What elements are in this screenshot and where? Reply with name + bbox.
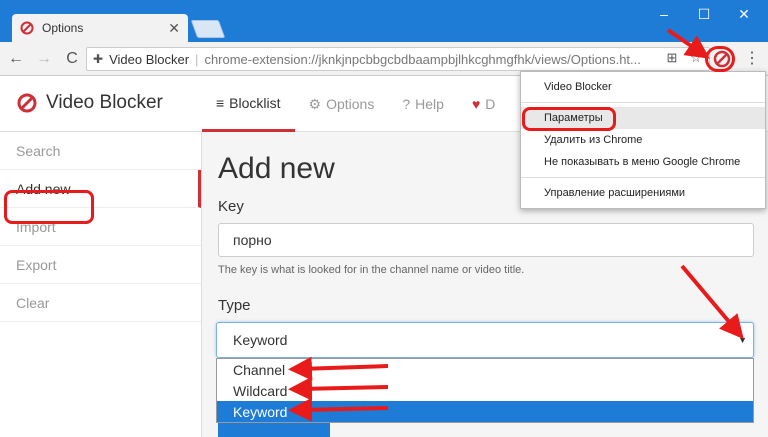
sidebar-item-search[interactable]: Search xyxy=(0,132,201,170)
puzzle-icon: ✚ xyxy=(93,52,104,66)
brand-name: Video Blocker xyxy=(46,92,163,113)
annotation-ring-options xyxy=(522,107,616,131)
sidebar-item-clear[interactable]: Clear xyxy=(0,284,201,322)
title-bar: Options ✕ – ☐ ✕ xyxy=(0,0,768,42)
ctx-item-remove[interactable]: Удалить из Chrome xyxy=(521,129,765,151)
nav-options[interactable]: ⚙ Options xyxy=(295,76,389,132)
browser-tab[interactable]: Options ✕ xyxy=(12,14,188,42)
annotation-ring-extension xyxy=(705,46,735,72)
url-separator: | xyxy=(195,51,199,67)
list-icon: ≡ xyxy=(216,94,225,111)
forward-icon[interactable]: → xyxy=(32,47,56,71)
ctx-divider xyxy=(521,177,765,178)
nav-blocklist[interactable]: ≡ Blocklist xyxy=(202,76,295,132)
ctx-divider xyxy=(521,102,765,103)
heart-icon: ♥ xyxy=(471,96,481,112)
ctx-item-hide[interactable]: Не показывать в меню Google Chrome xyxy=(521,151,765,173)
reload-icon[interactable]: C xyxy=(60,47,84,71)
option-keyword[interactable]: Keyword xyxy=(217,401,753,422)
type-select[interactable]: Keyword ▼ xyxy=(216,322,754,358)
type-label: Type xyxy=(218,297,251,314)
nav-donate[interactable]: ♥ D xyxy=(458,76,509,132)
nav-label: D xyxy=(485,96,496,112)
brand-logo-icon xyxy=(17,93,37,113)
new-tab-button[interactable] xyxy=(190,20,226,38)
translate-icon[interactable]: ⊞ xyxy=(663,50,681,66)
type-dropdown-list: Channel Wildcard Keyword xyxy=(216,358,754,423)
minimize-icon[interactable]: – xyxy=(650,4,678,24)
chrome-menu-icon[interactable]: ⋮ xyxy=(744,48,760,68)
bookmark-star-icon[interactable]: ☆ xyxy=(687,50,705,66)
gear-icon: ⚙ xyxy=(308,95,322,112)
key-label: Key xyxy=(218,198,244,215)
brand[interactable]: Video Blocker xyxy=(16,92,163,114)
close-window-icon[interactable]: ✕ xyxy=(730,4,758,24)
sidebar: Search Add new Import Export Clear xyxy=(0,132,202,437)
url-text: chrome-extension://jknkjnpcbbgcbdbaampbj… xyxy=(204,51,641,67)
type-selected-value: Keyword xyxy=(233,332,288,348)
dropdown-caret-icon: ▼ xyxy=(738,335,747,345)
ctx-item-title[interactable]: Video Blocker xyxy=(521,76,765,98)
maximize-icon[interactable]: ☐ xyxy=(690,4,718,24)
ctx-item-manage[interactable]: Управление расширениями xyxy=(521,182,765,204)
option-channel[interactable]: Channel xyxy=(217,359,753,380)
annotation-ring-add-new xyxy=(4,190,94,224)
question-icon: ? xyxy=(402,96,411,112)
top-nav: ≡ Blocklist ⚙ Options ? Help ♥ D xyxy=(202,76,509,132)
nav-label: Options xyxy=(326,96,375,112)
sidebar-item-export[interactable]: Export xyxy=(0,246,201,284)
nav-label: Help xyxy=(415,96,444,112)
key-help-text: The key is what is looked for in the cha… xyxy=(218,264,525,276)
extension-context-menu: Video Blocker Параметры Удалить из Chrom… xyxy=(520,71,766,209)
nav-label: Blocklist xyxy=(229,94,281,111)
back-icon[interactable]: ← xyxy=(4,47,28,71)
key-input[interactable]: порно xyxy=(218,223,754,257)
nav-help[interactable]: ? Help xyxy=(388,76,458,132)
tab-close-icon[interactable]: ✕ xyxy=(168,21,180,35)
video-blocker-icon xyxy=(20,21,34,35)
address-bar[interactable]: ✚ Video Blocker | chrome-extension://jkn… xyxy=(86,47,710,71)
extension-name: Video Blocker xyxy=(109,51,190,67)
add-button[interactable] xyxy=(218,422,330,437)
page-title: Add new xyxy=(218,152,335,185)
option-wildcard[interactable]: Wildcard xyxy=(217,380,753,401)
tab-title: Options xyxy=(42,21,84,35)
